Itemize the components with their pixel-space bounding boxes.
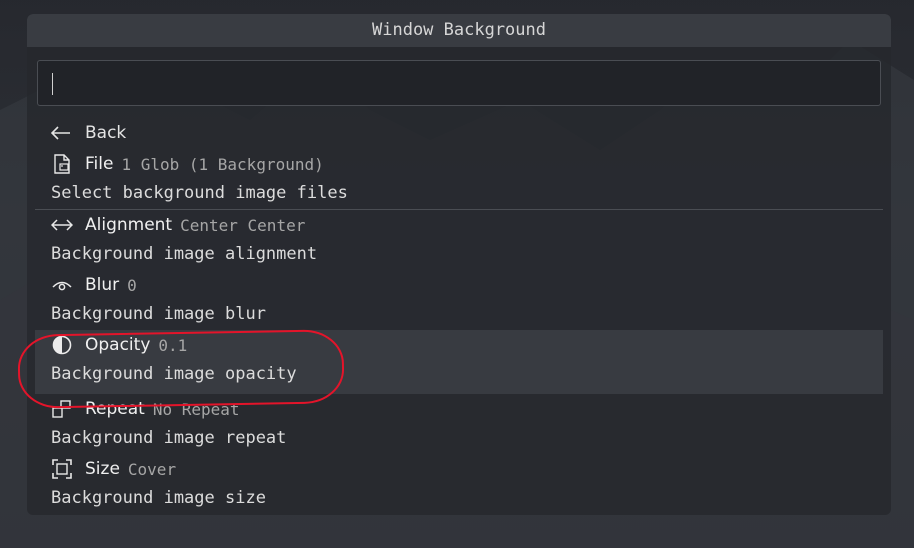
repeat-icon — [51, 398, 73, 420]
command-palette: Window Background Back File 1 Glob (1 Ba… — [27, 14, 891, 515]
option-description: Background image alignment — [51, 244, 318, 264]
option-description: Background image size — [51, 488, 266, 508]
option-alignment[interactable]: Alignment Center Center Background image… — [35, 210, 883, 270]
half-circle-icon — [51, 334, 73, 356]
option-description: Background image blur — [51, 304, 266, 324]
palette-title: Window Background — [27, 14, 891, 47]
option-name: Alignment — [85, 215, 173, 235]
option-description: Select background image files — [51, 183, 348, 203]
option-value: 0 — [127, 275, 137, 295]
text-caret — [52, 73, 53, 95]
option-value: Center Center — [180, 215, 306, 235]
option-repeat[interactable]: Repeat No Repeat Background image repeat — [35, 394, 883, 454]
option-value: Cover — [127, 459, 177, 479]
option-value: 0.1 — [158, 335, 188, 355]
size-frame-icon — [51, 458, 73, 480]
option-size[interactable]: Size Cover Background image size — [35, 454, 883, 514]
option-name: Opacity — [85, 335, 151, 355]
back-label: Back — [85, 122, 127, 143]
back-button[interactable]: Back — [35, 116, 883, 149]
option-description: Background image opacity — [51, 364, 297, 384]
image-file-icon — [51, 153, 73, 175]
option-name: File — [85, 154, 114, 174]
option-name: Repeat — [85, 399, 145, 419]
option-opacity[interactable]: Opacity 0.1 Background image opacity — [35, 330, 883, 394]
option-name: Size — [85, 459, 120, 479]
options-list: Back File 1 Glob (1 Background) Select b… — [35, 116, 883, 514]
eye-icon — [51, 274, 73, 296]
option-value: No Repeat — [152, 399, 240, 419]
option-value: 1 Glob (1 Background) — [121, 154, 324, 174]
option-description: Background image repeat — [51, 428, 287, 448]
arrow-left-icon — [51, 125, 73, 140]
option-blur[interactable]: Blur 0 Background image blur — [35, 270, 883, 330]
horizontal-arrows-icon — [51, 214, 73, 236]
option-file[interactable]: File 1 Glob (1 Background) Select backgr… — [35, 149, 883, 210]
option-name: Blur — [85, 275, 120, 295]
search-input[interactable] — [37, 60, 881, 106]
